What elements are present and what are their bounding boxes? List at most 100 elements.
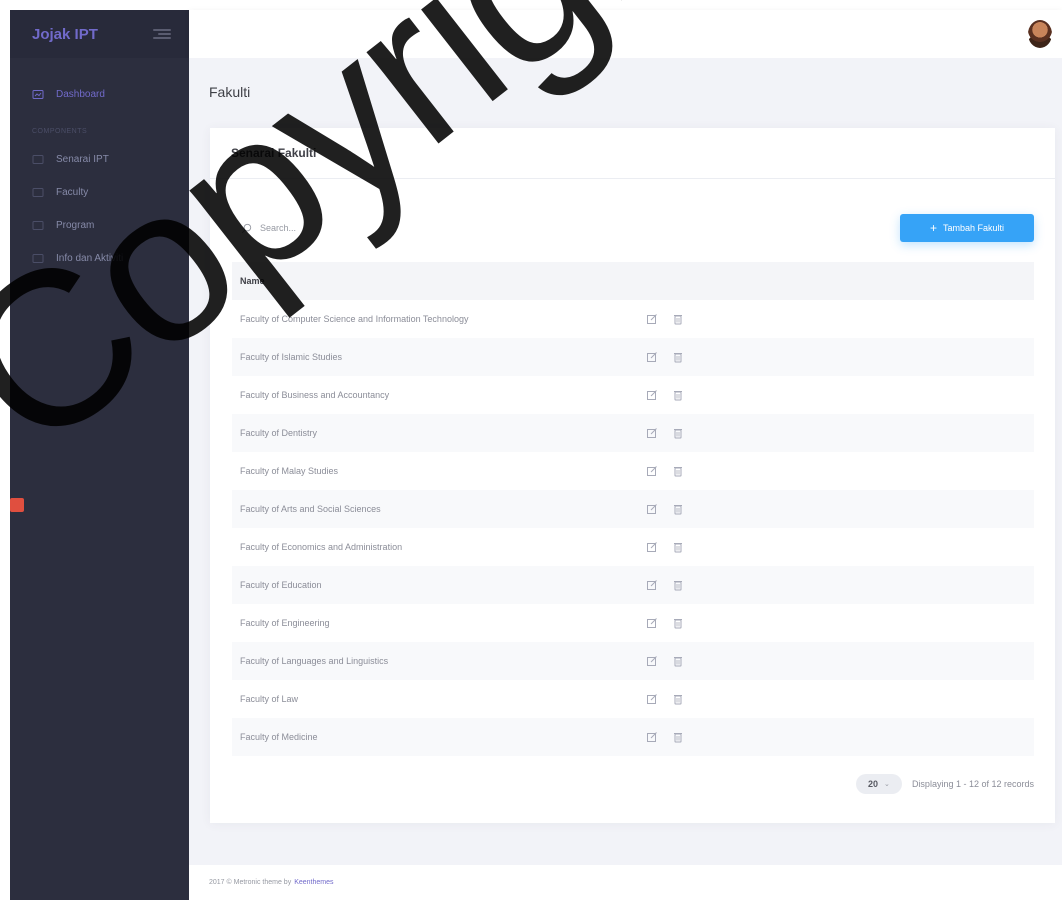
- add-faculty-label: Tambah Fakulti: [942, 223, 1005, 233]
- sidebar-item-label: Faculty: [56, 187, 89, 198]
- row-actions: [646, 351, 684, 363]
- faculty-name: Faculty of Languages and Linguistics: [240, 656, 389, 666]
- table-row: Faculty of Arts and Social Sciences: [232, 490, 1034, 528]
- table-row: Faculty of Languages and Linguistics: [232, 642, 1034, 680]
- info-icon: [32, 253, 44, 265]
- footer-link[interactable]: Keenthemes: [294, 879, 333, 886]
- edit-icon[interactable]: [646, 541, 658, 553]
- table-row: Faculty of Malay Studies: [232, 452, 1034, 490]
- sidebar: Jojak IPT Dashboard COMPONENTS Senarai I…: [10, 10, 189, 900]
- sidebar-item-label: Program: [56, 220, 95, 231]
- footer-text: 2017 © Metronic theme by: [209, 879, 292, 886]
- delete-icon[interactable]: [672, 351, 684, 363]
- row-actions: [646, 427, 684, 439]
- table-row: Faculty of Engineering: [232, 604, 1034, 642]
- row-actions: [646, 503, 684, 515]
- row-actions: [646, 731, 684, 743]
- search-icon: [241, 223, 252, 233]
- faculty-name: Faculty of Islamic Studies: [240, 352, 343, 362]
- sidebar-menu: Dashboard COMPONENTS Senarai IPT Faculty…: [10, 78, 189, 275]
- row-actions: [646, 693, 684, 705]
- add-faculty-button[interactable]: + Tambah Fakulti: [900, 214, 1034, 242]
- delete-icon[interactable]: [672, 655, 684, 667]
- column-header-name[interactable]: Name: [240, 276, 265, 286]
- delete-icon[interactable]: [672, 617, 684, 629]
- faculty-name: Faculty of Education: [240, 580, 322, 590]
- table-row: Faculty of Dentistry: [232, 414, 1034, 452]
- menu-section-label: COMPONENTS: [32, 128, 88, 135]
- sidebar-item-label: Info dan Aktiviti: [56, 253, 124, 264]
- faculty-name: Faculty of Malay Studies: [240, 466, 339, 476]
- delete-icon[interactable]: [672, 465, 684, 477]
- table-row: Faculty of Economics and Administration: [232, 528, 1034, 566]
- table-row: Faculty of Business and Accountancy: [232, 376, 1034, 414]
- edit-icon[interactable]: [646, 617, 658, 629]
- table-header: Name: [232, 262, 1034, 300]
- delete-icon[interactable]: [672, 313, 684, 325]
- row-actions: [646, 655, 684, 667]
- edit-icon[interactable]: [646, 503, 658, 515]
- chevron-down-icon: ⌄: [884, 781, 890, 788]
- delete-icon[interactable]: [672, 503, 684, 515]
- badge-icon: [10, 498, 24, 512]
- faculty-portlet: Senarai Fakulti + Tambah Fakulti Name Fa…: [210, 128, 1055, 823]
- edit-icon[interactable]: [646, 351, 658, 363]
- portlet-title: Senarai Fakulti: [231, 146, 317, 160]
- sidebar-item-senarai-ipt[interactable]: Senarai IPT: [10, 143, 189, 176]
- table-row: Faculty of Islamic Studies: [232, 338, 1034, 376]
- dashboard-icon: [32, 89, 44, 101]
- search-box: [232, 214, 412, 242]
- faculty-name: Faculty of Dentistry: [240, 428, 318, 438]
- edit-icon[interactable]: [646, 579, 658, 591]
- faculty-name: Faculty of Economics and Administration: [240, 542, 403, 552]
- faculty-name: Faculty of Arts and Social Sciences: [240, 504, 381, 514]
- faculty-name: Faculty of Business and Accountancy: [240, 390, 390, 400]
- sidebar-item-program[interactable]: Program: [10, 209, 189, 242]
- edit-icon[interactable]: [646, 693, 658, 705]
- edit-icon[interactable]: [646, 313, 658, 325]
- edit-icon[interactable]: [646, 427, 658, 439]
- row-actions: [646, 541, 684, 553]
- row-actions: [646, 313, 684, 325]
- brand-logo[interactable]: Jojak IPT: [32, 26, 98, 43]
- row-actions: [646, 389, 684, 401]
- portlet-head: Senarai Fakulti: [210, 128, 1055, 179]
- search-input[interactable]: [260, 223, 400, 233]
- program-icon: [32, 220, 44, 232]
- delete-icon[interactable]: [672, 427, 684, 439]
- faculty-name: Faculty of Engineering: [240, 618, 330, 628]
- table-row: Faculty of Medicine: [232, 718, 1034, 756]
- delete-icon[interactable]: [672, 731, 684, 743]
- table-row: Faculty of Law: [232, 680, 1034, 718]
- delete-icon[interactable]: [672, 693, 684, 705]
- delete-icon[interactable]: [672, 389, 684, 401]
- faculty-table: Name Faculty of Computer Science and Inf…: [232, 262, 1034, 756]
- table-row: Faculty of Education: [232, 566, 1034, 604]
- delete-icon[interactable]: [672, 541, 684, 553]
- sidebar-item-faculty[interactable]: Faculty: [10, 176, 189, 209]
- main-content: Fakulti Senarai Fakulti + Tambah Fakulti…: [189, 58, 1062, 865]
- user-avatar[interactable]: [1028, 20, 1052, 48]
- pagination-info: Displaying 1 - 12 of 12 records: [911, 779, 1034, 789]
- list-icon: [32, 154, 44, 166]
- edit-icon[interactable]: [646, 731, 658, 743]
- footer: 2017 © Metronic theme by Keenthemes: [189, 865, 1062, 900]
- sidebar-item-label: Senarai IPT: [56, 154, 109, 165]
- table-toolbar: + Tambah Fakulti: [232, 214, 1034, 242]
- sidebar-toggle-icon[interactable]: [153, 29, 171, 39]
- plus-icon: +: [929, 221, 937, 235]
- sidebar-item-info-dan-aktiviti[interactable]: Info dan Aktiviti: [10, 242, 189, 275]
- sidebar-brand: Jojak IPT: [10, 10, 189, 58]
- edit-icon[interactable]: [646, 655, 658, 667]
- edit-icon[interactable]: [646, 389, 658, 401]
- row-actions: [646, 617, 684, 629]
- row-actions: [646, 465, 684, 477]
- sidebar-item-dashboard[interactable]: Dashboard: [10, 78, 189, 111]
- faculty-icon: [32, 187, 44, 199]
- delete-icon[interactable]: [672, 579, 684, 591]
- table-body: Faculty of Computer Science and Informat…: [232, 300, 1034, 756]
- topbar: [189, 10, 1062, 58]
- page-title: Fakulti: [209, 84, 251, 100]
- edit-icon[interactable]: [646, 465, 658, 477]
- page-size-select[interactable]: 20 ⌄: [855, 774, 902, 794]
